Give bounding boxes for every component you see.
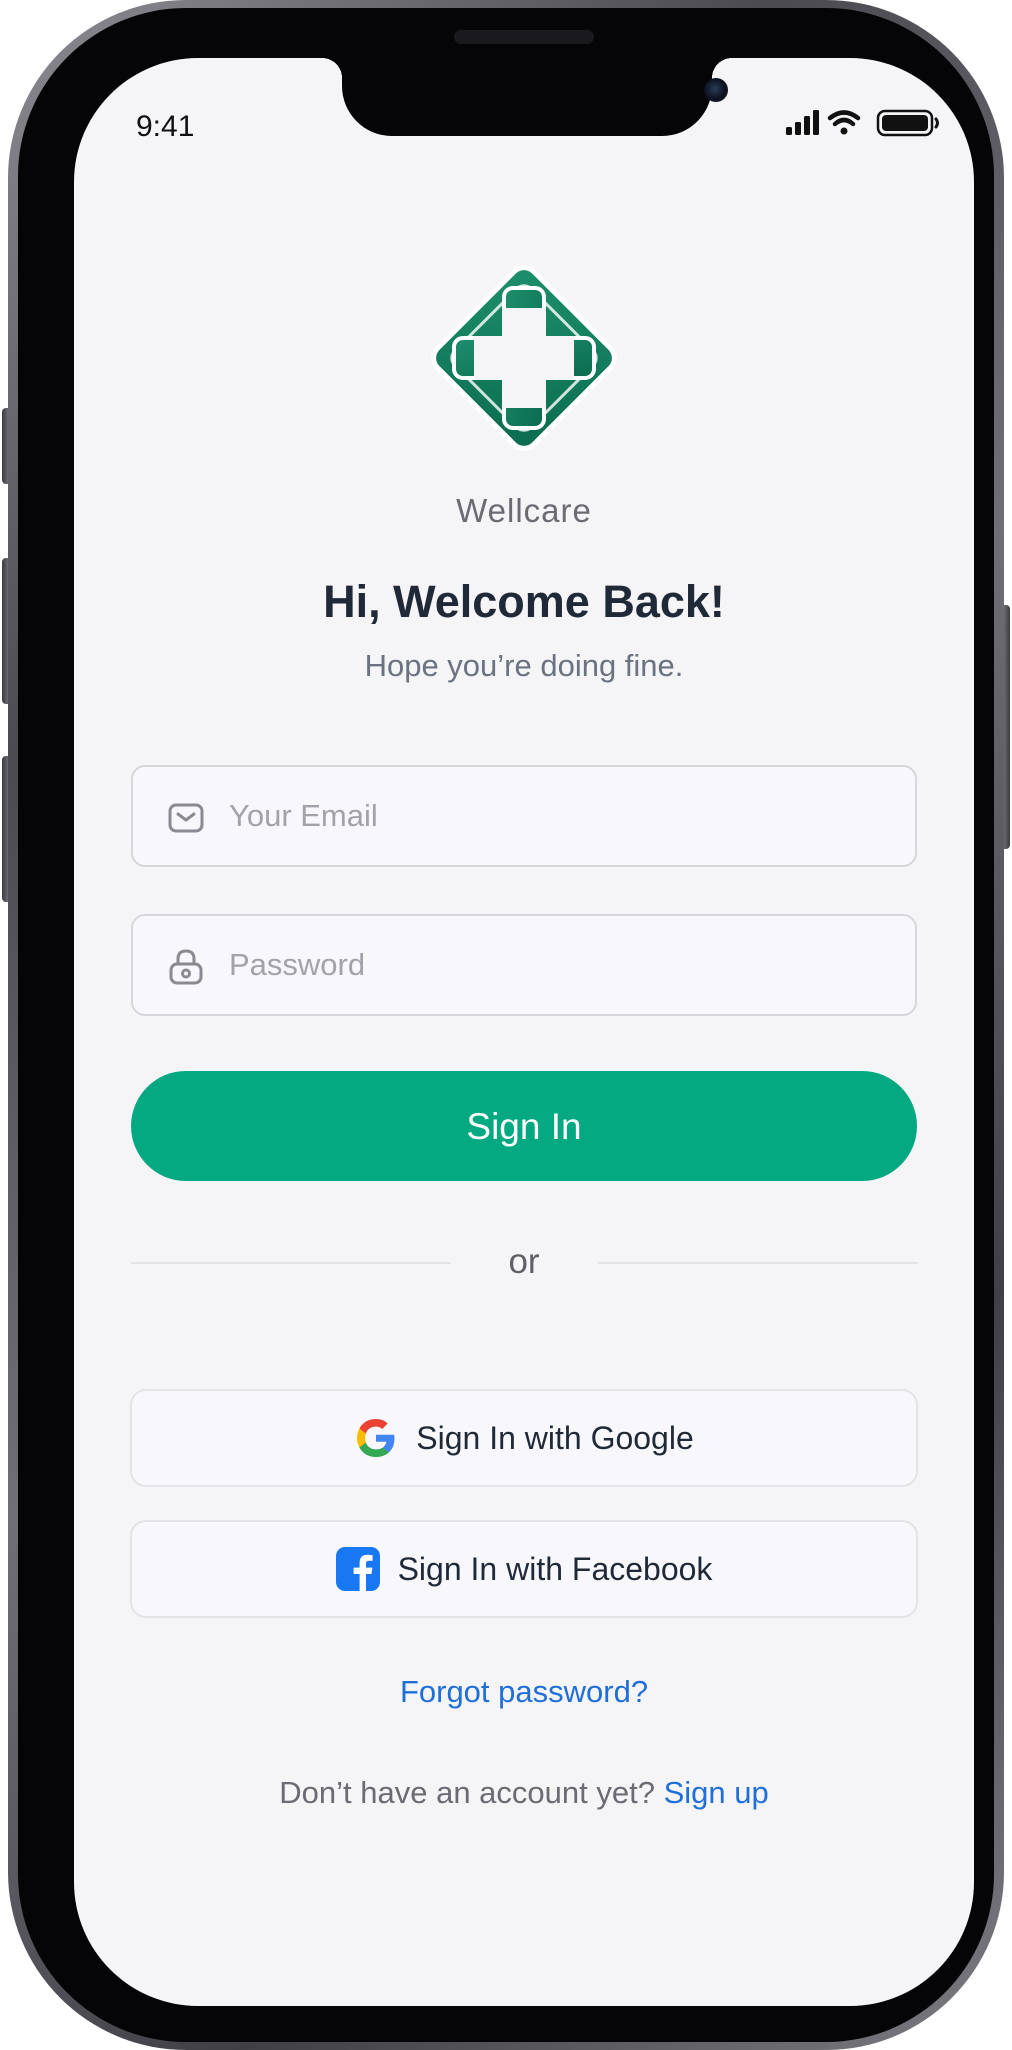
divider-line-right xyxy=(598,1262,918,1264)
no-account-text: Don’t have an account yet? xyxy=(279,1775,655,1810)
google-icon xyxy=(357,1419,395,1457)
wellcare-logo-icon xyxy=(412,246,636,470)
divider-label: or xyxy=(508,1242,540,1281)
mail-icon xyxy=(168,803,204,833)
email-field[interactable] xyxy=(131,765,917,867)
page-title: Hi, Welcome Back! xyxy=(323,576,725,627)
password-field[interactable] xyxy=(131,914,917,1016)
status-icons xyxy=(786,108,956,138)
facebook-icon xyxy=(335,1547,380,1591)
signup-prompt: Don’t have an account yet? Sign up xyxy=(74,1775,974,1811)
lock-icon xyxy=(169,949,203,985)
phone-frame: 9:41 Wellcare Hi, Welcome Back! Hope you… xyxy=(8,0,1004,2050)
earpiece-speaker xyxy=(454,30,594,44)
divider-line-left xyxy=(131,1262,451,1264)
sign-in-button[interactable]: Sign In xyxy=(131,1071,917,1181)
home-indicator xyxy=(390,1970,658,1980)
sign-up-link[interactable]: Sign up xyxy=(664,1775,769,1810)
password-input[interactable] xyxy=(229,916,889,1014)
sign-in-google-label: Sign In with Google xyxy=(416,1419,694,1456)
email-input[interactable] xyxy=(229,767,889,865)
forgot-password-link[interactable]: Forgot password? xyxy=(74,1674,974,1710)
device-mockup: 9:41 Wellcare Hi, Welcome Back! Hope you… xyxy=(0,0,1012,2050)
sign-in-google-button[interactable]: Sign In with Google xyxy=(130,1389,918,1487)
page-subtitle: Hope you’re doing fine. xyxy=(364,648,684,683)
wifi-icon xyxy=(827,110,861,135)
brand-name: Wellcare xyxy=(456,492,592,529)
notch xyxy=(322,58,732,136)
cellular-signal-icon xyxy=(786,110,819,135)
sign-in-facebook-button[interactable]: Sign In with Facebook xyxy=(130,1520,918,1618)
phone-bezel: 9:41 Wellcare Hi, Welcome Back! Hope you… xyxy=(18,8,994,2042)
battery-icon xyxy=(876,109,939,137)
front-camera xyxy=(704,78,728,102)
sign-in-facebook-label: Sign In with Facebook xyxy=(397,1550,713,1587)
status-time: 9:41 xyxy=(136,110,195,143)
login-screen: 9:41 Wellcare Hi, Welcome Back! Hope you… xyxy=(74,58,974,2006)
